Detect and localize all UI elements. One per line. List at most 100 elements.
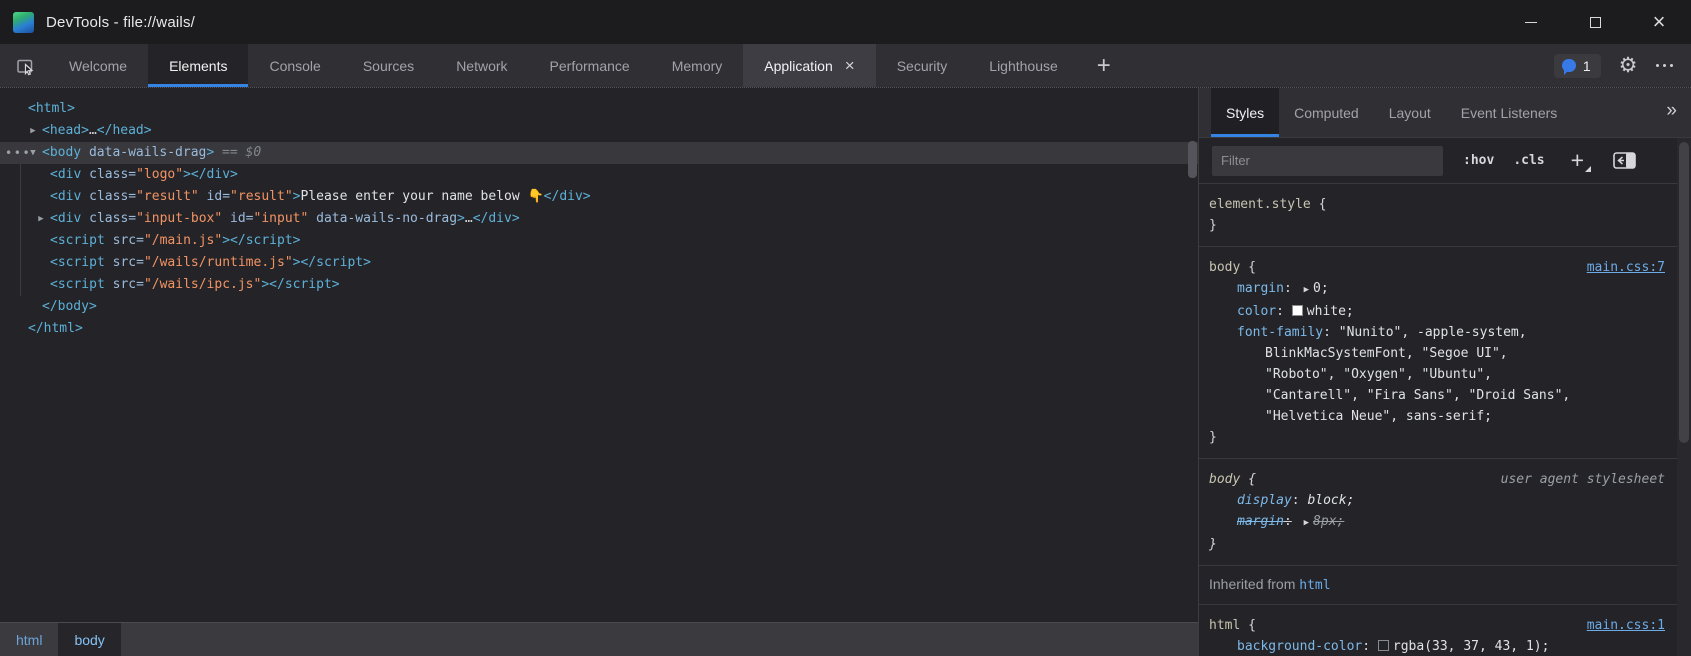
code-token-tag: </div> — [544, 189, 591, 204]
more-tabs-chevron-icon[interactable]: » — [1666, 100, 1677, 122]
tree-row[interactable]: <script src="/wails/ipc.js"></script> — [0, 274, 1198, 296]
tab-elements[interactable]: Elements — [148, 44, 248, 87]
code-token-tag: <script — [50, 255, 105, 270]
tab-close-icon[interactable]: × — [845, 57, 855, 74]
rule-selector-line[interactable]: element.style { — [1209, 194, 1667, 215]
css-property-display[interactable]: display: block; — [1209, 490, 1667, 511]
tree-row[interactable]: •••▼<body data-wails-drag> == $0 — [0, 142, 1198, 164]
rule-close-brace: } — [1209, 215, 1667, 236]
tree-row[interactable]: <div class="logo"></div> — [0, 164, 1198, 186]
expand-longhand-icon[interactable]: ▶ — [1304, 518, 1309, 528]
issues-counter-button[interactable]: 1 — [1554, 54, 1601, 78]
tree-row[interactable]: ▶<head>…</head> — [0, 120, 1198, 142]
code-token-emoji: 👇 — [527, 189, 543, 204]
indent-guide — [20, 164, 21, 296]
styles-scrollbar-track[interactable] — [1677, 138, 1691, 656]
toggle-computed-sidebar-icon[interactable] — [1613, 152, 1636, 169]
tree-row[interactable]: </html> — [0, 318, 1198, 340]
styles-scrollbar-thumb[interactable] — [1679, 142, 1689, 443]
tab-welcome[interactable]: Welcome — [48, 44, 148, 87]
code-token-val: "/wails/ipc.js" — [144, 277, 261, 292]
tree-row[interactable]: <html> — [0, 98, 1198, 120]
code-token-val: "/main.js" — [144, 233, 222, 248]
rule-selector: html — [1209, 618, 1240, 633]
breadcrumb-html[interactable]: html — [0, 623, 58, 656]
tab-application[interactable]: Application× — [743, 44, 875, 87]
breadcrumb-body[interactable]: body — [58, 623, 120, 656]
issues-bubble-icon — [1562, 59, 1576, 72]
new-style-rule-button[interactable]: + — [1571, 149, 1584, 172]
tab-memory[interactable]: Memory — [651, 44, 744, 87]
code-token-attr: class= — [81, 189, 136, 204]
code-token-eq: == $0 — [214, 145, 261, 160]
styles-tab-computed[interactable]: Computed — [1279, 88, 1374, 137]
code-token-tag: <body — [42, 145, 81, 160]
stylesheet-source-link[interactable]: main.css:1 — [1587, 615, 1665, 636]
tab-network[interactable]: Network — [435, 44, 528, 87]
settings-gear-icon[interactable]: ⚙ — [1619, 55, 1638, 76]
main-tabbar-tabs: WelcomeElements Console SourcesNetwork Perf… — [48, 44, 1079, 87]
property-colon: : — [1284, 514, 1292, 529]
inspect-element-button[interactable] — [4, 44, 48, 87]
code-token-val: "/wails/runtime.js" — [144, 255, 293, 270]
close-button[interactable]: × — [1627, 0, 1691, 44]
styles-filter-input[interactable] — [1212, 146, 1443, 176]
tab-label: Performance — [550, 58, 630, 74]
css-rule-body: body {main.css:7margin: ▶0;color: white;… — [1199, 247, 1677, 459]
expand-arrow-right-icon[interactable]: ▶ — [26, 120, 40, 142]
inherited-from-text: Inherited from — [1209, 576, 1299, 592]
more-menu-icon[interactable] — [1656, 64, 1674, 68]
code-token-tag: ></script> — [222, 233, 300, 248]
color-swatch[interactable] — [1292, 305, 1303, 316]
property-name: background-color — [1237, 639, 1362, 654]
inherited-from-target-link[interactable]: html — [1299, 578, 1330, 593]
expand-arrow-down-icon[interactable]: ▼ — [26, 142, 40, 164]
property-value: 8px; — [1313, 514, 1344, 529]
tree-row[interactable]: <script src="/wails/runtime.js"></script… — [0, 252, 1198, 274]
inspect-cursor-icon — [15, 55, 37, 77]
styles-tab-layout[interactable]: Layout — [1374, 88, 1446, 137]
elements-panel: <html>▶<head>…</head>•••▼<body data-wail… — [0, 88, 1198, 656]
css-property-color[interactable]: color: white; — [1209, 301, 1667, 322]
styles-tab-styles[interactable]: Styles — [1211, 88, 1279, 137]
css-property-font-family[interactable]: font-family: "Nunito", -apple-system, — [1209, 322, 1667, 343]
toggle-class-button[interactable]: .cls — [1513, 153, 1544, 168]
styles-tabbar: StylesComputedLayoutEvent Listeners » — [1199, 88, 1691, 138]
code-token-tag: <script — [50, 233, 105, 248]
tab-label: Console — [269, 58, 320, 74]
property-name: margin — [1237, 514, 1284, 529]
css-property-margin[interactable]: margin: ▶0; — [1209, 278, 1667, 301]
tab-console[interactable]: Console — [248, 44, 341, 87]
tab-performance[interactable]: Performance — [529, 44, 651, 87]
css-property-background-color[interactable]: background-color: rgba(33, 37, 43, 1); — [1209, 636, 1667, 656]
property-name: font-family — [1237, 325, 1323, 340]
toggle-hover-state-button[interactable]: :hov — [1463, 153, 1494, 168]
css-rule-body: body {user agent stylesheetdisplay: bloc… — [1199, 459, 1677, 566]
rule-open-brace: { — [1240, 260, 1256, 275]
tab-security[interactable]: Security — [876, 44, 969, 87]
stylesheet-source-link[interactable]: main.css:7 — [1587, 257, 1665, 278]
expand-longhand-icon[interactable]: ▶ — [1304, 285, 1309, 295]
expand-arrow-right-icon[interactable]: ▶ — [34, 208, 48, 230]
tree-row[interactable]: ▶<div class="input-box" id="input" data-… — [0, 208, 1198, 230]
minimize-button[interactable] — [1499, 0, 1563, 44]
tree-row[interactable]: <script src="/main.js"></script> — [0, 230, 1198, 252]
maximize-button[interactable] — [1563, 0, 1627, 44]
css-property-margin[interactable]: margin: ▶ 8px; — [1209, 511, 1667, 534]
tree-row[interactable]: </body> — [0, 296, 1198, 318]
code-token-val: "result" — [136, 189, 199, 204]
color-swatch[interactable] — [1378, 640, 1389, 651]
property-value-wrap: "Cantarell", "Fira Sans", "Droid Sans", — [1209, 385, 1667, 406]
tree-row[interactable]: <div class="result" id="result">Please e… — [0, 186, 1198, 208]
tab-sources[interactable]: Sources — [342, 44, 435, 87]
tabbar-right-cluster: 1 ⚙ — [1554, 44, 1691, 87]
styles-tab-event-listeners[interactable]: Event Listeners — [1446, 88, 1573, 137]
code-token-tag: </body> — [42, 299, 97, 314]
tab-lighthouse[interactable]: Lighthouse — [968, 44, 1079, 87]
devtools-tabbar: WelcomeElements Console SourcesNetwork Perf… — [0, 44, 1691, 87]
add-panel-button[interactable]: + — [1079, 44, 1129, 87]
close-icon: × — [1653, 11, 1666, 33]
code-token-attr: class= — [81, 167, 136, 182]
code-token-attr: id= — [199, 189, 230, 204]
elements-scrollbar-thumb[interactable] — [1188, 141, 1197, 178]
